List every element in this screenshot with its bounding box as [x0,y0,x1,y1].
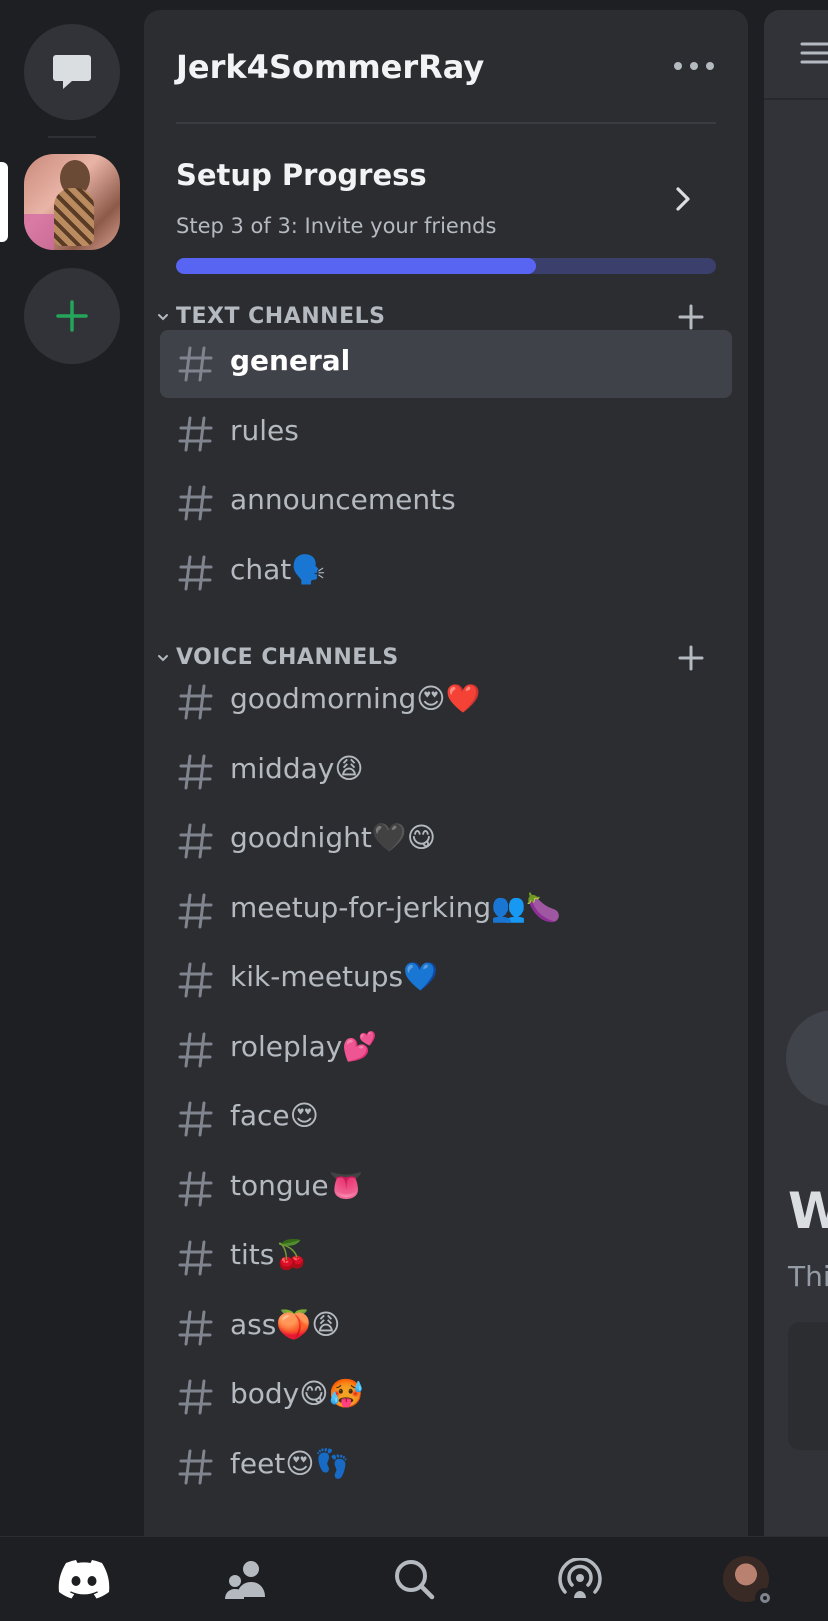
channel-item[interactable]: body😋🥵 [160,1363,732,1431]
chevron-down-icon [158,314,168,321]
mentions-icon [558,1558,602,1598]
setup-subtitle: Step 3 of 3: Invite your friends [176,214,497,238]
server-icon[interactable] [24,154,120,250]
hashtag-icon [178,962,213,998]
bottom-nav [0,1536,828,1621]
channel-item[interactable]: general [160,330,732,398]
friends-icon [225,1561,265,1599]
channel-item[interactable]: tits🍒 [160,1224,732,1292]
channel-name: chat🗣️ [230,552,327,586]
add-server-button[interactable] [24,268,120,364]
channel-name: goodmorning😍❤️ [230,682,481,715]
welcome-card[interactable] [788,1322,828,1450]
hashtag-icon [178,1310,213,1345]
discord-home-icon [58,1560,110,1599]
hashtag-icon [178,485,213,521]
hashtag-icon [178,893,213,928]
channel-item[interactable]: tongue👅 [160,1155,732,1223]
welcome-icon [786,1010,828,1106]
header-divider [176,122,716,124]
setup-progress-bar [176,258,716,274]
category-label: TEXT CHANNELS [176,304,386,329]
channel-item[interactable]: chat🗣️ [160,539,732,607]
chat-bubble-icon [53,55,91,89]
hashtag-icon [178,555,213,590]
nav-home[interactable] [56,1551,112,1607]
channel-name: kik-meetups💙 [230,960,438,993]
category-label: VOICE CHANNELS [176,645,399,670]
hashtag-icon [178,684,213,720]
channel-name: tongue👅 [230,1168,364,1202]
setup-progress-card[interactable]: Setup Progress Step 3 of 3: Invite your … [176,154,716,282]
chat-header [764,10,828,100]
chevron-down-icon [158,655,168,662]
channel-name: ass🍑😩 [230,1307,341,1341]
channel-name: midday😩 [230,751,364,785]
hashtag-icon [178,1379,213,1415]
channel-item[interactable]: goodmorning😍❤️ [160,668,732,736]
channel-name: body😋🥵 [230,1377,364,1410]
chevron-right-icon [676,187,690,211]
nav-profile[interactable] [718,1551,775,1608]
channel-item[interactable]: goodnight🖤😋 [160,807,732,875]
menu-icon[interactable] [800,42,828,64]
server-name[interactable]: Jerk4SommerRay [176,48,484,86]
channel-name: general [230,344,351,377]
channel-name: face😍 [230,1099,319,1132]
channel-item[interactable]: feet😍👣 [160,1433,732,1501]
rail-separator [48,136,96,138]
more-options-icon[interactable] [674,54,714,78]
channel-item[interactable]: rules [160,400,732,468]
nav-search[interactable] [386,1551,442,1607]
channel-name: meetup-for-jerking👥🍆 [230,890,561,924]
setup-title: Setup Progress [176,158,427,192]
profile-avatar [723,1556,775,1608]
setup-progress-fill [176,258,537,274]
server-rail [0,0,144,1536]
welcome-heading: W [788,1182,828,1240]
channel-item[interactable]: announcements [160,469,732,537]
hashtag-icon [178,346,213,382]
nav-mentions[interactable] [552,1551,608,1607]
hashtag-icon [178,1101,213,1137]
channel-item[interactable]: ass🍑😩 [160,1294,732,1362]
channel-item[interactable]: kik-meetups💙 [160,946,732,1014]
hashtag-icon [178,1032,213,1067]
hashtag-icon [178,1171,213,1206]
channel-name: goodnight🖤😋 [230,821,436,854]
hashtag-icon [178,1449,213,1484]
channel-name: announcements [230,483,456,516]
selected-server-indicator [0,162,8,242]
channel-name: rules [230,413,299,447]
channel-item[interactable]: face😍 [160,1085,732,1153]
nav-friends[interactable] [220,1551,276,1607]
search-icon [395,1560,435,1600]
channel-panel: Jerk4SommerRay Setup Progress Step 3 of … [144,10,748,1536]
channel-item[interactable]: midday😩 [160,738,732,806]
status-indicator [755,1588,775,1608]
hashtag-icon [178,754,213,789]
welcome-text: Thi [788,1260,828,1293]
hashtag-icon [178,823,213,859]
channel-item[interactable]: meetup-for-jerking👥🍆 [160,877,732,945]
add-channel-icon[interactable] [676,302,706,332]
hashtag-icon [178,416,213,451]
hashtag-icon [178,1240,213,1276]
channel-item[interactable]: roleplay💕 [160,1016,732,1084]
chat-area-peek: W Thi [764,10,828,1536]
direct-messages-button[interactable] [24,24,120,120]
plus-icon [56,300,88,332]
channel-name: feet😍👣 [230,1446,350,1480]
channel-name: roleplay💕 [230,1029,378,1063]
channel-name: tits🍒 [230,1238,310,1271]
